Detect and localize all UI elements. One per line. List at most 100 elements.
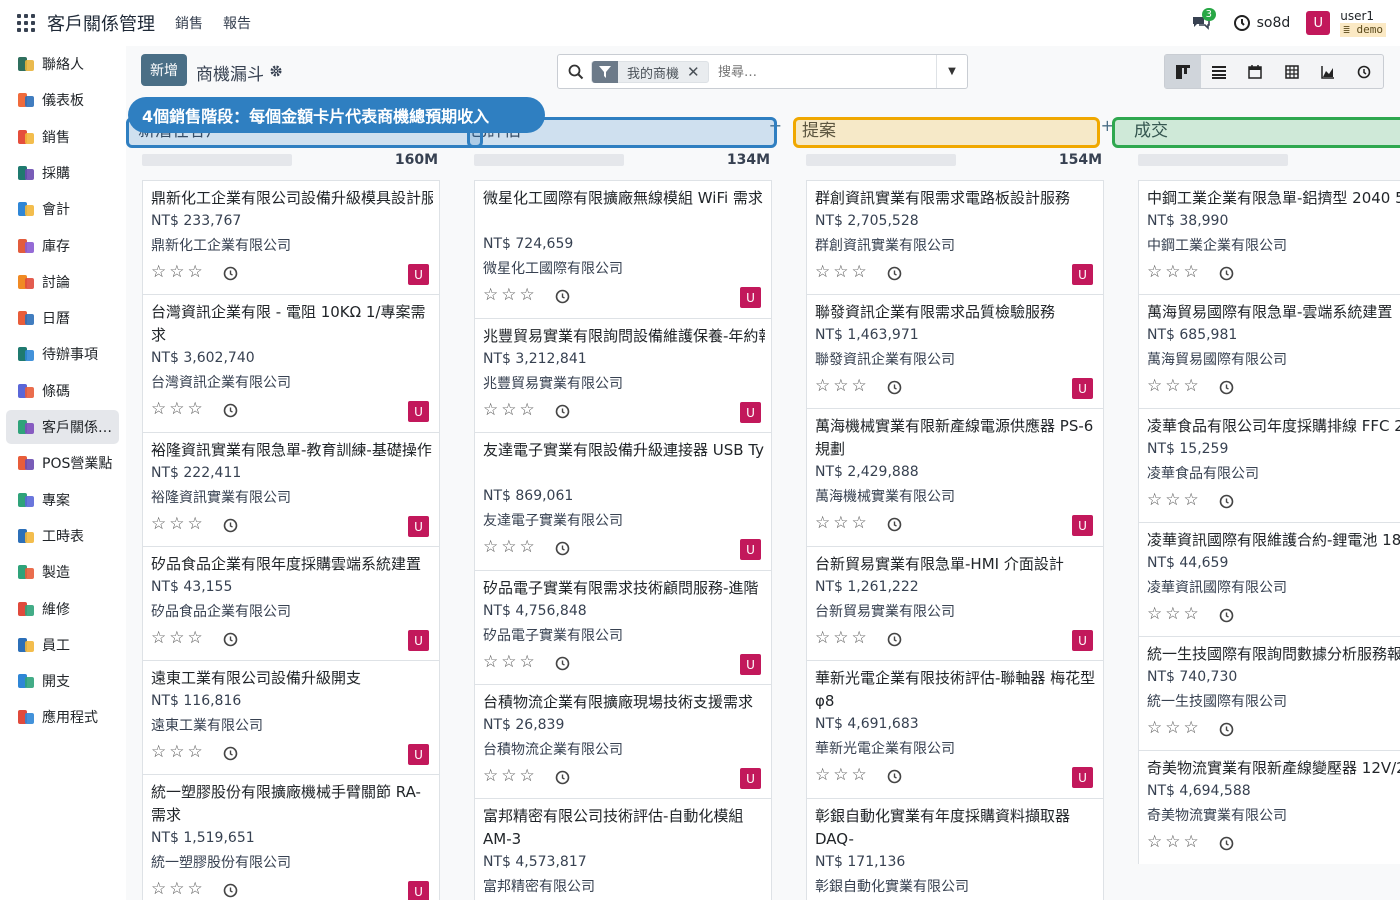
priority-stars[interactable]: ☆ ☆ ☆	[1147, 263, 1202, 281]
priority-stars[interactable]: ☆ ☆ ☆	[1147, 377, 1202, 395]
calendar-view-button[interactable]	[1238, 55, 1274, 88]
card-avatar[interactable]: U	[408, 516, 429, 537]
sidebar-item[interactable]: 開支	[6, 664, 119, 698]
opportunity-card[interactable]: 台新貿易實業有限急單-HMI 介面設計 NT$ 1,261,222 台新貿易實業有限…	[806, 546, 1104, 660]
star-icon[interactable]: ☆	[1184, 605, 1199, 623]
star-icon[interactable]: ☆	[815, 377, 830, 395]
priority-stars[interactable]: ☆ ☆ ☆	[151, 515, 206, 533]
star-icon[interactable]: ☆	[1147, 833, 1162, 851]
star-icon[interactable]: ☆	[188, 880, 203, 898]
opportunity-card[interactable]: 群創資訊實業有限需求電路板設計服務 NT$ 2,705,528 群創資訊實業有限公司…	[806, 180, 1104, 294]
priority-stars[interactable]: ☆ ☆ ☆	[151, 880, 206, 898]
star-icon[interactable]: ☆	[501, 286, 516, 304]
opportunity-card[interactable]: 統一生技國際有限詢問數據分析服務報 NT$ 740,730 統一生技國際有限公司 ☆ ☆…	[1138, 636, 1400, 750]
star-icon[interactable]: ☆	[151, 743, 166, 761]
star-icon[interactable]: ☆	[1147, 491, 1162, 509]
star-icon[interactable]: ☆	[852, 514, 867, 532]
opportunity-card[interactable]: 鼎新化工企業有限公司設備升級模具設計服務 NT$ 233,767 鼎新化工企業有限公…	[142, 180, 440, 294]
activity-view-button[interactable]	[1347, 55, 1383, 88]
star-icon[interactable]: ☆	[483, 767, 498, 785]
star-icon[interactable]: ☆	[188, 743, 203, 761]
opportunity-card[interactable]: 矽品食品企業有限年度採購雲端系統建置 NT$ 43,155 矽品食品企業有限公司 ☆ ☆…	[142, 546, 440, 660]
star-icon[interactable]: ☆	[1147, 377, 1162, 395]
opportunity-card[interactable]: 萬海貿易國際有限急單-雲端系統建置 NT$ 685,981 萬海貿易國際有限公司 ☆ ☆…	[1138, 294, 1400, 408]
star-icon[interactable]: ☆	[169, 400, 184, 418]
star-icon[interactable]: ☆	[483, 653, 498, 671]
star-icon[interactable]: ☆	[852, 629, 867, 647]
star-icon[interactable]: ☆	[151, 880, 166, 898]
star-icon[interactable]: ☆	[833, 766, 848, 784]
priority-stars[interactable]: ☆ ☆ ☆	[483, 653, 538, 671]
database-name[interactable]: so8d	[1257, 15, 1291, 31]
sidebar-item[interactable]: 銷售	[6, 120, 119, 154]
priority-stars[interactable]: ☆ ☆ ☆	[1147, 719, 1202, 737]
activity-clock-icon[interactable]	[1219, 836, 1234, 851]
card-avatar[interactable]: U	[740, 539, 761, 560]
star-icon[interactable]: ☆	[833, 514, 848, 532]
star-icon[interactable]: ☆	[188, 400, 203, 418]
star-icon[interactable]: ☆	[151, 400, 166, 418]
sidebar-item[interactable]: 會計	[6, 192, 119, 226]
opportunity-card[interactable]: 中鋼工業企業有限急單-鋁擠型 2040 5 NT$ 38,990 中鋼工業企業有限公…	[1138, 180, 1400, 294]
user-avatar[interactable]: U	[1306, 11, 1331, 35]
user-name[interactable]: user1	[1340, 9, 1386, 23]
star-icon[interactable]: ☆	[1184, 491, 1199, 509]
opportunity-card[interactable]: 萬海機械實業有限新產線電源供應器 PS-6 規劃 NT$ 2,429,888 萬海機…	[806, 408, 1104, 546]
app-title[interactable]: 客戶關係管理	[47, 10, 155, 36]
activity-clock-icon[interactable]	[887, 769, 902, 784]
sidebar-item[interactable]: 條碼	[6, 374, 119, 408]
column-progress-bar[interactable]	[806, 154, 956, 166]
opportunity-card[interactable]: 彰銀自動化實業有年度採購資料擷取器 DAQ- NT$ 171,136 彰銀自動化實業…	[806, 798, 1104, 900]
priority-stars[interactable]: ☆ ☆ ☆	[815, 629, 870, 647]
sidebar-item[interactable]: 待辦事項	[6, 337, 119, 371]
opportunity-card[interactable]: 友達電子實業有限設備升級連接器 USB Ty NT$ 869,061 友達電子實業有…	[474, 432, 772, 570]
card-avatar[interactable]: U	[408, 401, 429, 422]
activity-clock-icon[interactable]	[1219, 608, 1234, 623]
activity-clock-icon[interactable]	[887, 517, 902, 532]
star-icon[interactable]: ☆	[1165, 719, 1180, 737]
remove-facet-icon[interactable]: ✕	[687, 63, 708, 81]
sidebar-item[interactable]: 聯絡人	[6, 47, 119, 81]
star-icon[interactable]: ☆	[520, 286, 535, 304]
star-icon[interactable]: ☆	[188, 515, 203, 533]
opportunity-card[interactable]: 凌華食品有限公司年度採購排線 FFC 2 NT$ 15,259 凌華食品有限公司 ☆ ☆…	[1138, 408, 1400, 522]
star-icon[interactable]: ☆	[520, 401, 535, 419]
activity-clock-icon[interactable]	[223, 403, 238, 418]
star-icon[interactable]: ☆	[520, 767, 535, 785]
star-icon[interactable]: ☆	[520, 653, 535, 671]
priority-stars[interactable]: ☆ ☆ ☆	[151, 400, 206, 418]
sidebar-item[interactable]: POS營業點	[6, 446, 119, 480]
card-avatar[interactable]: U	[740, 654, 761, 675]
activity-clock-icon[interactable]	[223, 883, 238, 898]
sidebar-item[interactable]: 應用程式	[6, 700, 119, 734]
star-icon[interactable]: ☆	[815, 514, 830, 532]
activity-clock-icon[interactable]	[555, 404, 570, 419]
star-icon[interactable]: ☆	[852, 377, 867, 395]
card-avatar[interactable]: U	[408, 630, 429, 651]
activity-clock-icon[interactable]	[223, 632, 238, 647]
activity-clock-icon[interactable]	[223, 518, 238, 533]
search-input[interactable]	[718, 60, 928, 84]
star-icon[interactable]: ☆	[1184, 377, 1199, 395]
column-progress-bar[interactable]	[142, 154, 292, 166]
list-view-button[interactable]	[1201, 55, 1237, 88]
column-progress-bar[interactable]	[474, 154, 624, 166]
opportunity-card[interactable]: 凌華資訊國際有限維護合約-鋰電池 18 NT$ 44,659 凌華資訊國際有限公司 ☆…	[1138, 522, 1400, 636]
card-avatar[interactable]: U	[1072, 767, 1093, 788]
sidebar-item[interactable]: 工時表	[6, 519, 119, 553]
search-toggle-button[interactable]: ▼	[936, 55, 967, 88]
star-icon[interactable]: ☆	[151, 629, 166, 647]
priority-stars[interactable]: ☆ ☆ ☆	[815, 377, 870, 395]
activity-clock-icon[interactable]	[555, 541, 570, 556]
star-icon[interactable]: ☆	[1165, 377, 1180, 395]
priority-stars[interactable]: ☆ ☆ ☆	[483, 767, 538, 785]
priority-stars[interactable]: ☆ ☆ ☆	[1147, 833, 1202, 851]
star-icon[interactable]: ☆	[1165, 833, 1180, 851]
star-icon[interactable]: ☆	[815, 766, 830, 784]
graph-view-button[interactable]	[1310, 55, 1346, 88]
search-bar[interactable]: 我的商機 ✕ ▼	[557, 54, 968, 89]
star-icon[interactable]: ☆	[1184, 719, 1199, 737]
priority-stars[interactable]: ☆ ☆ ☆	[151, 629, 206, 647]
star-icon[interactable]: ☆	[188, 263, 203, 281]
pivot-view-button[interactable]	[1274, 55, 1310, 88]
